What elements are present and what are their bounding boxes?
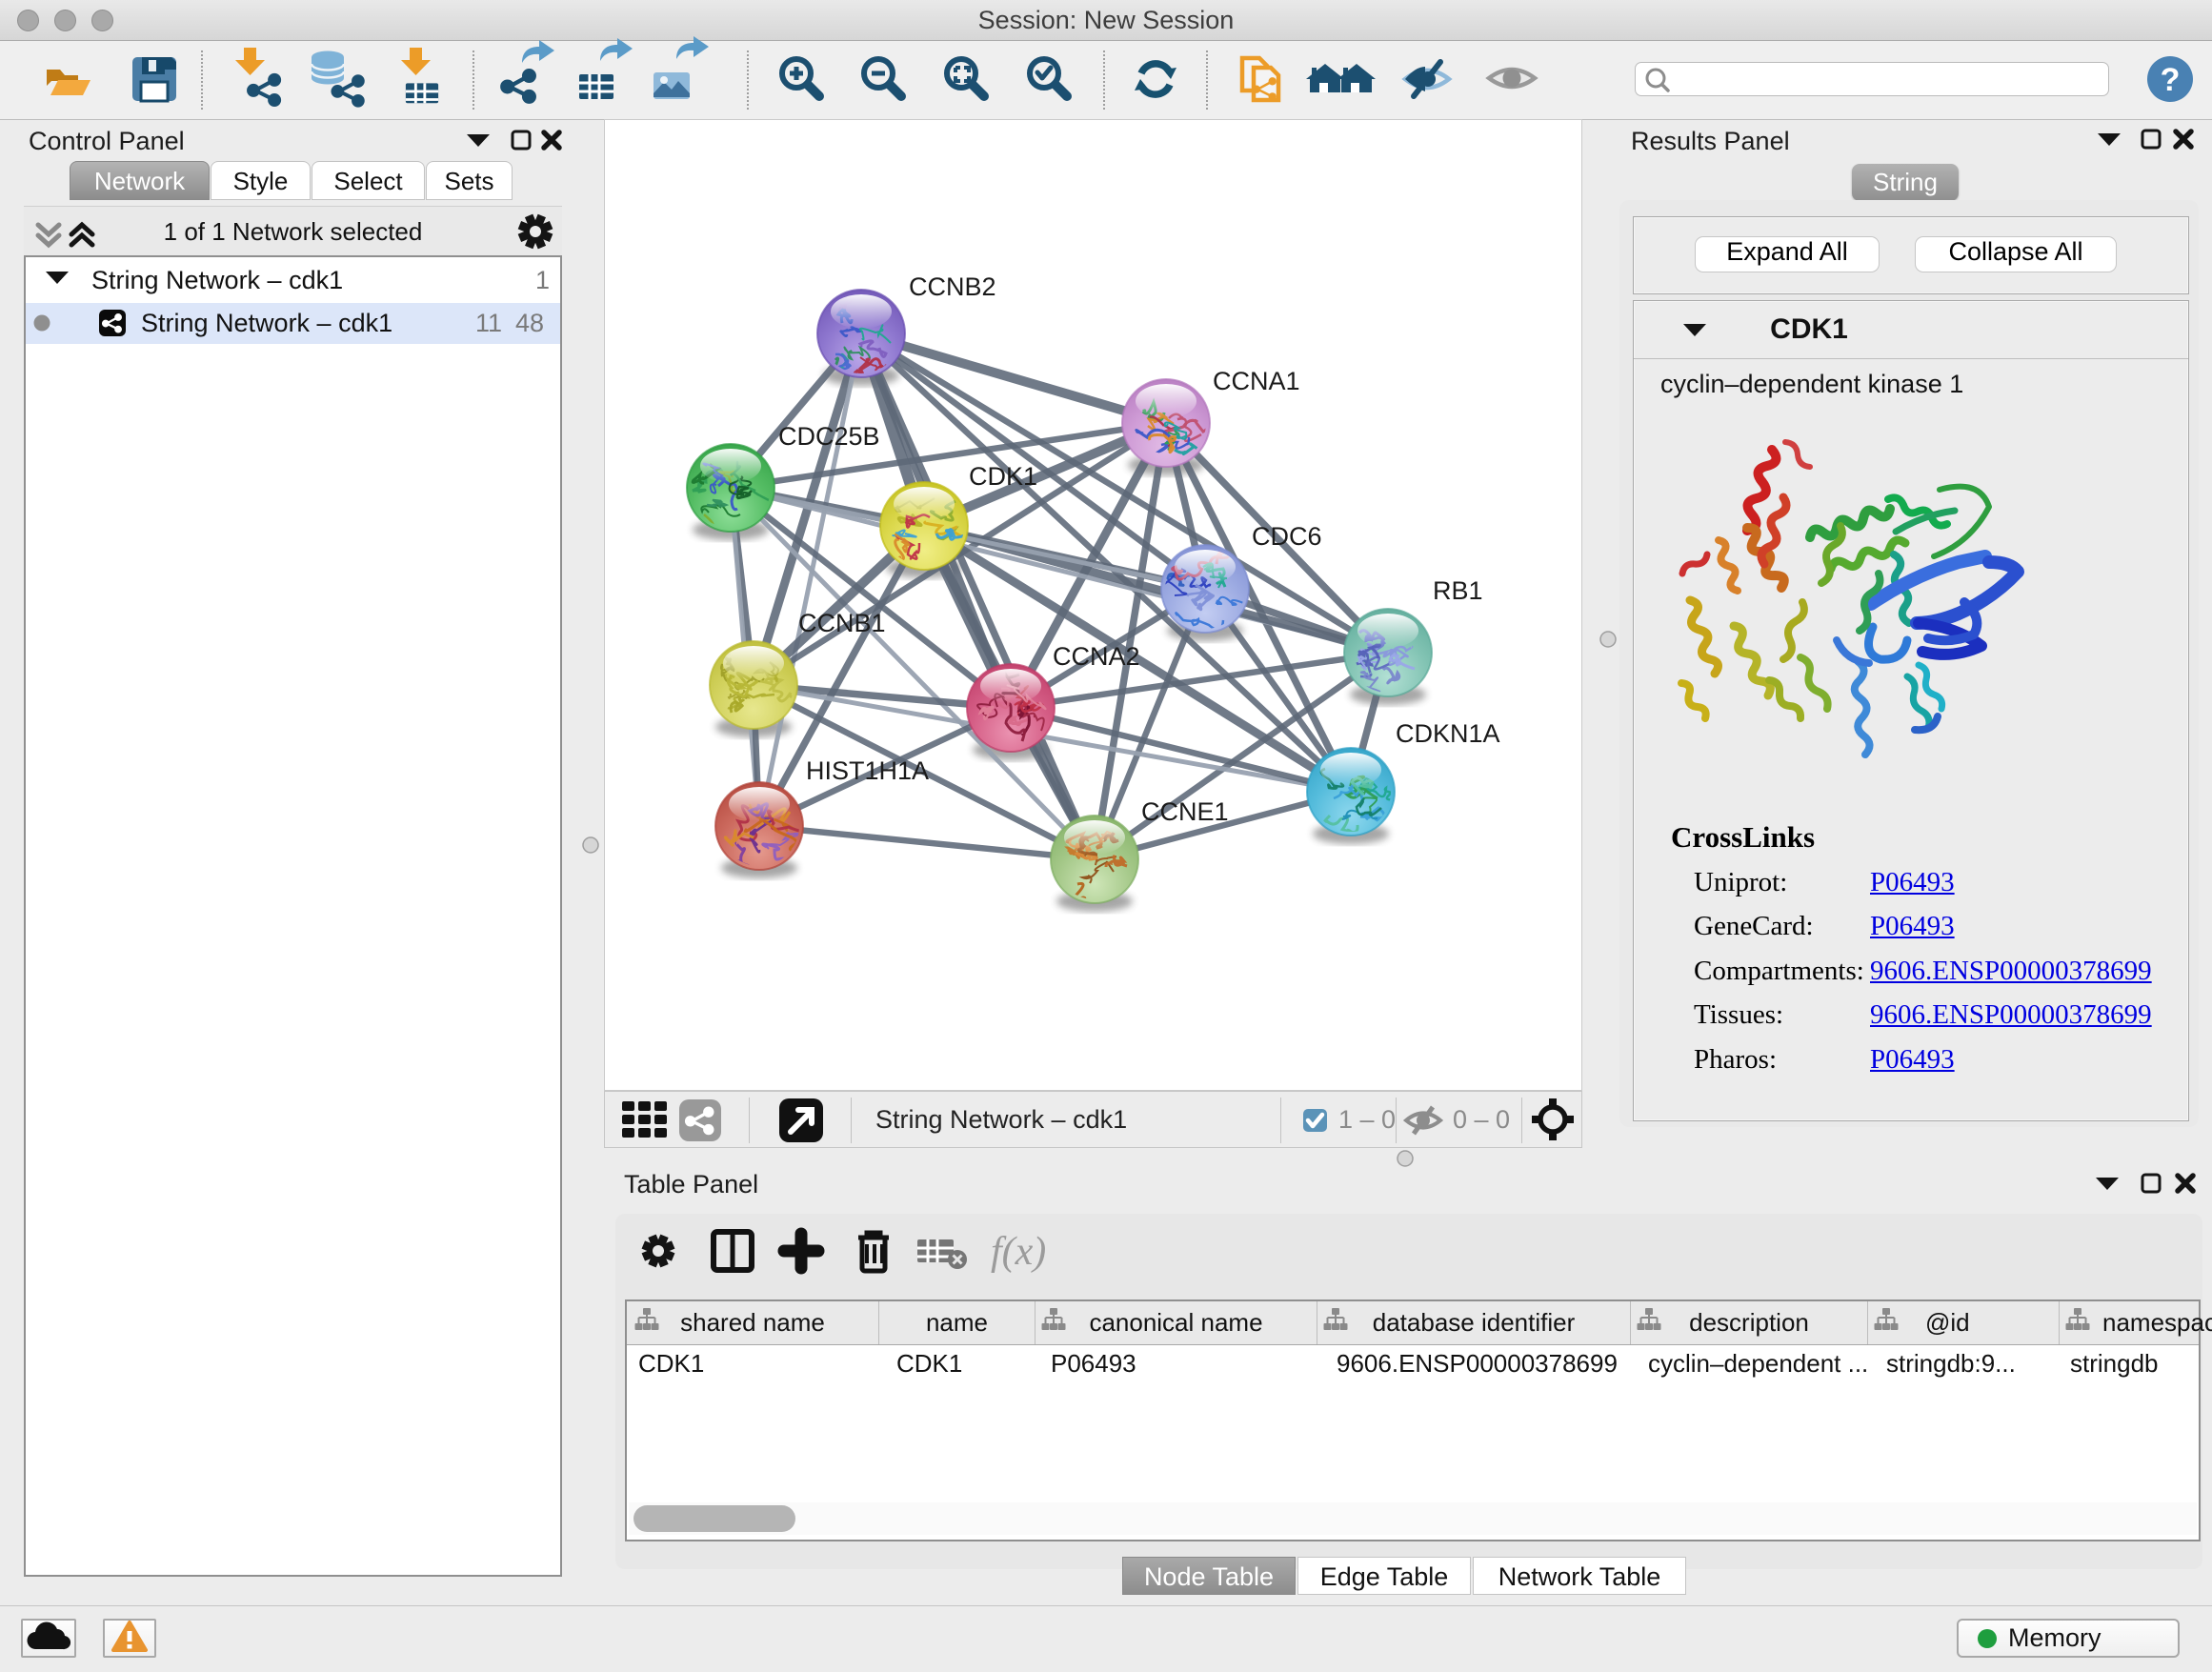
svg-text:CCNE1: CCNE1 <box>1141 797 1229 826</box>
svg-text:CCNA1: CCNA1 <box>1213 367 1300 395</box>
svg-text:RB1: RB1 <box>1433 576 1483 605</box>
svg-text:CDC6: CDC6 <box>1252 522 1322 551</box>
svg-text:CDK1: CDK1 <box>969 462 1037 491</box>
svg-text:HIST1H1A: HIST1H1A <box>806 756 929 785</box>
svg-text:CDKN1A: CDKN1A <box>1396 719 1500 748</box>
svg-text:CDC25B: CDC25B <box>778 422 880 451</box>
svg-text:CCNB1: CCNB1 <box>798 609 886 637</box>
svg-text:CCNA2: CCNA2 <box>1053 642 1140 671</box>
svg-text:CCNB2: CCNB2 <box>909 272 996 301</box>
